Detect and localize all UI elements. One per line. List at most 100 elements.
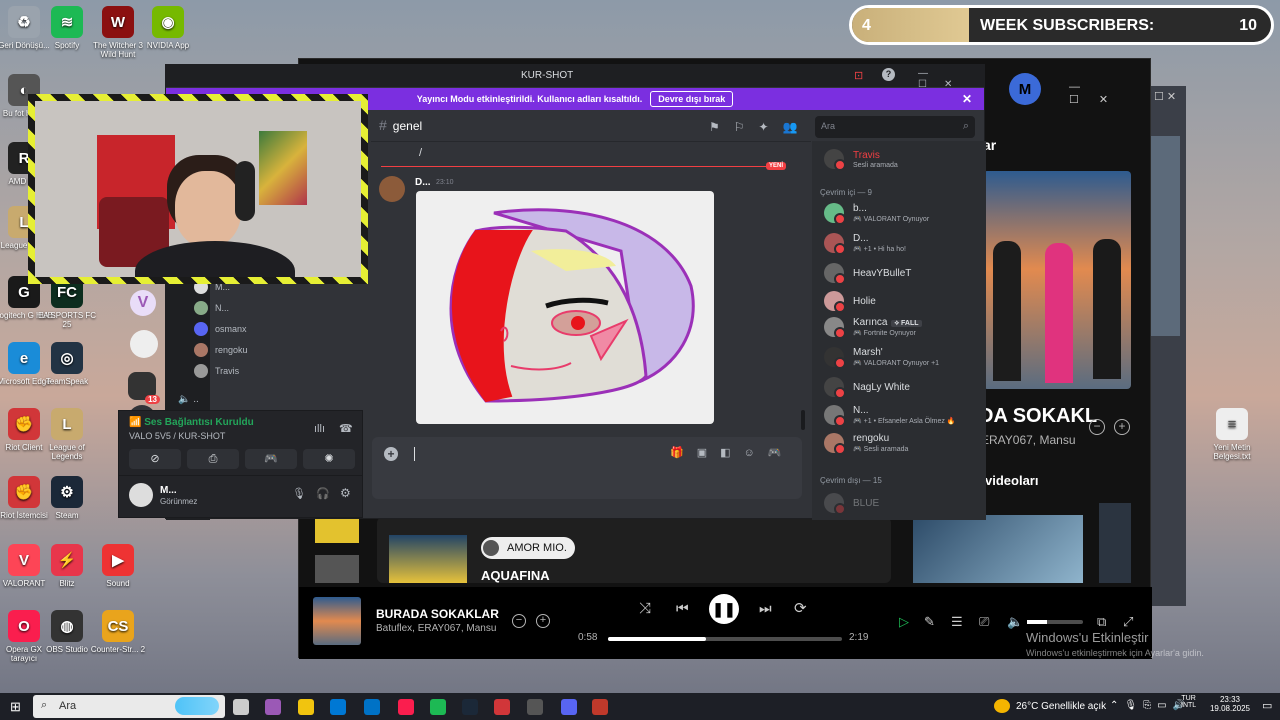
inbox-icon[interactable]: ⊡ — [854, 69, 863, 82]
pause-button[interactable]: ❚❚ — [709, 594, 739, 624]
task-view-icon[interactable] — [233, 699, 249, 715]
avatar[interactable] — [379, 176, 405, 202]
server-icon[interactable]: 13 — [128, 372, 160, 404]
member-item[interactable]: Karınca ⟡ FALL 🎮 Fortnite Oynuyor — [824, 317, 922, 339]
connect-device-icon[interactable]: ⎚ — [979, 614, 989, 630]
store-icon[interactable] — [330, 699, 346, 715]
message-author[interactable]: D... — [415, 177, 431, 188]
steam-icon[interactable] — [462, 699, 478, 715]
language-indicator[interactable]: TUR INTL — [1181, 695, 1196, 709]
now-playing-art[interactable] — [313, 597, 361, 645]
screen-share-button[interactable]: ⎙ — [187, 449, 239, 469]
miniplayer-icon[interactable]: ⧉ — [1097, 614, 1106, 630]
remove-icon[interactable]: − — [512, 614, 526, 628]
noise-icon[interactable]: ıllı — [314, 423, 325, 435]
window-controls[interactable]: —☐✕ — [918, 68, 984, 90]
video-thumbnail-2[interactable] — [1099, 503, 1131, 583]
queue-icon[interactable]: ☰ — [951, 614, 963, 630]
opera-gx-icon[interactable] — [398, 699, 414, 715]
member-item[interactable]: HeavYBulleT — [824, 263, 911, 285]
soundboard-button[interactable]: ✺ — [303, 449, 355, 469]
now-playing-view-icon[interactable]: ▷ — [899, 614, 909, 630]
desktop-icon[interactable]: ◉ NVIDIA App — [136, 6, 200, 50]
taskbar-search-input[interactable]: ⌕ Ara — [33, 695, 225, 718]
help-icon[interactable]: ? — [882, 68, 895, 81]
message-composer[interactable]: + 🎁▣◧☺🎮 — [372, 437, 802, 499]
repeat-icon[interactable]: ⟳ — [794, 599, 807, 617]
voice-user[interactable]: N... — [194, 301, 229, 315]
header-actions[interactable]: ⚑⚐✦👥 — [709, 120, 812, 134]
counter-strike-icon[interactable] — [592, 699, 608, 715]
member-item[interactable]: Marsh' 🎮 VALORANT Oynuyor +1 — [824, 347, 939, 369]
disable-streamer-button[interactable]: Devre dışı bırak — [650, 91, 734, 107]
disconnect-icon[interactable]: ☎ — [339, 422, 353, 435]
member-item[interactable]: D... 🎮 +1 • Hi ha ho! — [824, 233, 906, 255]
weather-icon[interactable] — [994, 699, 1010, 713]
remove-icon[interactable]: − — [1089, 419, 1105, 435]
shuffle-icon[interactable]: ⤨ — [639, 600, 651, 617]
image-attachment[interactable] — [416, 191, 714, 424]
obs-icon[interactable] — [527, 699, 543, 715]
desktop-icon[interactable]: ▶ Sound — [86, 544, 150, 588]
weather-text[interactable]: 26°C Genellikle açık — [1016, 701, 1106, 712]
avatar[interactable]: M — [1009, 73, 1041, 105]
member-item[interactable]: Holie — [824, 291, 876, 313]
notification-icon[interactable]: ▭ — [1262, 699, 1272, 712]
now-playing-artist[interactable]: Batuflex, ERAY067, Mansu — [376, 623, 496, 634]
add-icon[interactable]: + — [536, 614, 550, 628]
now-playing-title[interactable]: BURADA SOKAKLAR — [376, 607, 499, 621]
server-icon[interactable] — [130, 330, 158, 358]
member-item[interactable]: N... 🎮 +1 • Efsaneler Asla Ölmez 🔥 — [824, 405, 956, 427]
member-item[interactable]: rengoku 🎮 Sesli aramada — [824, 433, 908, 455]
desktop-icon[interactable]: ≡ Yeni Metin Belgesi.txt — [1200, 408, 1264, 461]
playlist-thumb-2[interactable] — [315, 555, 359, 583]
desktop-icon[interactable]: L League of Legends — [35, 408, 99, 461]
voice-user[interactable]: osmanx — [194, 322, 247, 336]
volume-icon[interactable]: 🔈 — [1007, 614, 1023, 630]
close-icon[interactable]: ✕ — [962, 92, 972, 106]
previous-icon[interactable]: ⏮ — [676, 600, 689, 617]
voice-user[interactable]: Travis — [194, 364, 239, 378]
scrollbar[interactable] — [801, 410, 805, 430]
window-controls[interactable]: —☐✕ — [1069, 81, 1150, 106]
content-card[interactable]: AMOR MIO. AQUAFINA — [377, 517, 891, 583]
video-thumbnail[interactable] — [913, 515, 1083, 583]
composer-actions[interactable]: 🎁▣◧☺🎮 — [670, 446, 794, 459]
outlook-icon[interactable] — [364, 699, 380, 715]
camera-button[interactable]: ⊘ — [129, 449, 181, 469]
voice-user[interactable]: rengoku — [194, 343, 248, 357]
member-item[interactable]: b... 🎮 VALORANT Oynuyor — [824, 203, 929, 225]
volume-slider[interactable] — [1027, 620, 1083, 624]
bg-close-icon[interactable]: ☐ ✕ — [1154, 90, 1176, 103]
next-icon[interactable]: ⏭ — [759, 600, 772, 617]
voice-channel-label[interactable]: VALO 5V5 / KUR-SHOT — [129, 431, 225, 441]
add-attachment-icon[interactable]: + — [384, 447, 398, 461]
headphones-icon[interactable]: 🎧 — [316, 487, 330, 500]
member-item[interactable]: NagLy White — [824, 377, 910, 399]
riot-icon[interactable] — [494, 699, 510, 715]
clock[interactable]: 23:33 19.08.2025 — [1204, 695, 1256, 713]
member-item[interactable]: Travis Sesli aramada — [824, 149, 898, 171]
microphone-icon[interactable]: 🎙 — [292, 487, 306, 500]
fullscreen-icon[interactable]: ⤢ — [1123, 614, 1133, 630]
lyrics-icon[interactable]: ✎ — [924, 614, 935, 630]
settings-gear-icon[interactable]: ⚙ — [340, 486, 351, 500]
start-icon[interactable]: ⊞ — [10, 699, 21, 715]
activity-button[interactable]: 🎮 — [245, 449, 297, 469]
desktop-icon[interactable]: CS Counter-Str... 2 — [86, 610, 150, 654]
app-icon: ◉ — [152, 6, 184, 38]
copilot-icon[interactable] — [265, 699, 281, 715]
album-art[interactable] — [983, 171, 1131, 389]
avatar[interactable] — [129, 483, 153, 507]
add-icon[interactable]: + — [1114, 419, 1130, 435]
progress-track[interactable] — [608, 637, 842, 641]
search-input[interactable]: Ara ⌕ — [815, 116, 975, 138]
tray-icons[interactable]: ⌃🎙⎘▭🔊 — [1110, 700, 1191, 711]
desktop-icon[interactable]: ⚙ Steam — [35, 476, 99, 520]
desktop-icon[interactable]: ◎ TeamSpeak — [35, 342, 99, 386]
file-explorer-icon[interactable] — [298, 699, 314, 715]
server-icon-purple[interactable]: V — [130, 290, 156, 316]
discord-icon[interactable] — [561, 699, 577, 715]
member-item[interactable]: BLUE — [824, 493, 879, 515]
spotify-icon[interactable] — [430, 699, 446, 715]
